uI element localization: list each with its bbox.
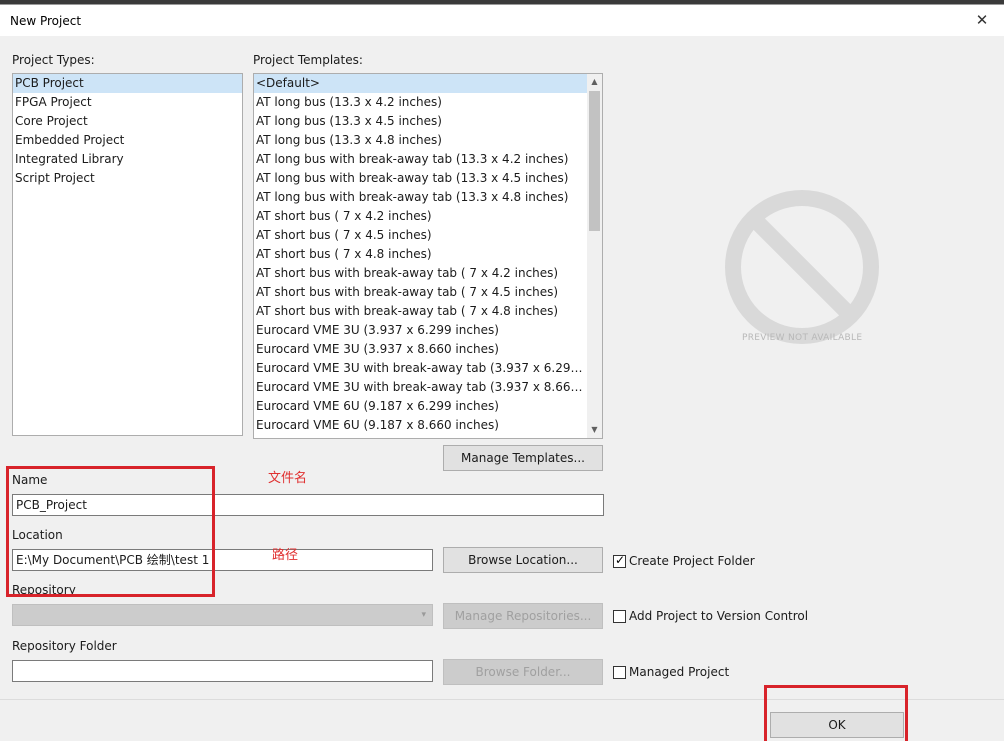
checkmark-icon: ✓ (615, 553, 626, 567)
project-type-item[interactable]: FPGA Project (13, 93, 242, 112)
repository-folder-label: Repository Folder (12, 639, 117, 653)
add-to-version-control-label: Add Project to Version Control (629, 609, 809, 623)
project-template-item[interactable]: Eurocard VME 3U (3.937 x 6.299 inches) (254, 321, 589, 340)
repository-folder-input[interactable] (12, 660, 433, 682)
project-template-item[interactable]: AT long bus with break-away tab (13.3 x … (254, 150, 589, 169)
project-template-item[interactable]: AT short bus with break-away tab ( 7 x 4… (254, 283, 589, 302)
project-templates-label: Project Templates: (253, 53, 363, 67)
scroll-down-icon[interactable]: ▼ (587, 422, 602, 438)
managed-project-label: Managed Project (629, 665, 730, 679)
project-template-item[interactable]: AT short bus ( 7 x 4.8 inches) (254, 245, 589, 264)
project-templates-list[interactable]: <Default> AT long bus (13.3 x 4.2 inches)… (253, 73, 603, 439)
checkbox-box[interactable]: ✓ (613, 553, 626, 568)
templates-items: <Default> AT long bus (13.3 x 4.2 inches)… (254, 74, 589, 435)
project-template-item[interactable]: Eurocard VME 3U with break-away tab (3.9… (254, 359, 589, 378)
browse-location-button[interactable]: Browse Location... (443, 547, 603, 573)
project-template-item[interactable]: Eurocard VME 6U (9.187 x 8.660 inches) (254, 416, 589, 435)
project-template-item[interactable]: Eurocard VME 6U (9.187 x 6.299 inches) (254, 397, 589, 416)
close-icon[interactable]: ✕ (972, 11, 992, 29)
project-template-item[interactable]: AT short bus ( 7 x 4.5 inches) (254, 226, 589, 245)
ok-annotation-box (764, 685, 908, 741)
chevron-down-icon: ▾ (421, 610, 426, 620)
manage-templates-button[interactable]: Manage Templates... (443, 445, 603, 471)
new-project-dialog: New Project ✕ Project Types: PCB Project… (0, 4, 1004, 741)
project-template-item[interactable]: AT short bus with break-away tab ( 7 x 4… (254, 302, 589, 321)
repository-select: ▾ (12, 604, 433, 626)
project-type-item[interactable]: PCB Project (13, 74, 242, 93)
project-template-item[interactable]: <Default> (254, 74, 589, 93)
project-type-item[interactable]: Integrated Library (13, 150, 242, 169)
project-template-item[interactable]: Eurocard VME 3U (3.937 x 8.660 inches) (254, 340, 589, 359)
project-type-item[interactable]: Core Project (13, 112, 242, 131)
project-type-item[interactable]: Script Project (13, 169, 242, 188)
project-template-item[interactable]: AT long bus with break-away tab (13.3 x … (254, 188, 589, 207)
name-annotation-text: 文件名 (268, 471, 308, 486)
project-template-item[interactable]: AT long bus (13.3 x 4.8 inches) (254, 131, 589, 150)
title-bar: New Project ✕ (0, 5, 1004, 36)
templates-scrollbar[interactable]: ▲ ▼ (587, 74, 602, 438)
project-template-item[interactable]: Eurocard VME 3U with break-away tab (3.9… (254, 378, 589, 397)
project-template-item[interactable]: AT long bus with break-away tab (13.3 x … (254, 169, 589, 188)
browse-folder-button: Browse Folder... (443, 659, 603, 685)
project-template-item[interactable]: AT short bus with break-away tab ( 7 x 4… (254, 264, 589, 283)
checkbox-box[interactable] (613, 666, 626, 679)
project-template-item[interactable]: AT short bus ( 7 x 4.2 inches) (254, 207, 589, 226)
create-project-folder-label: Create Project Folder (629, 554, 755, 568)
dialog-title: New Project (10, 14, 82, 28)
no-preview-icon (722, 187, 882, 347)
project-types-label: Project Types: (12, 53, 95, 67)
project-template-item[interactable]: AT long bus (13.3 x 4.5 inches) (254, 112, 589, 131)
project-types-list[interactable]: PCB Project FPGA Project Core Project Embed… (12, 73, 243, 436)
manage-repositories-button: Manage Repositories... (443, 603, 603, 629)
location-annotation-text: 路径 (272, 548, 299, 563)
project-type-item[interactable]: Embedded Project (13, 131, 242, 150)
scroll-thumb[interactable] (589, 91, 600, 231)
preview-not-available-text: PREVIEW NOT AVAILABLE (742, 333, 863, 343)
scroll-up-icon[interactable]: ▲ (587, 74, 602, 90)
name-location-annotation-box (6, 466, 215, 597)
project-template-item[interactable]: AT long bus (13.3 x 4.2 inches) (254, 93, 589, 112)
checkbox-box[interactable] (613, 610, 626, 623)
